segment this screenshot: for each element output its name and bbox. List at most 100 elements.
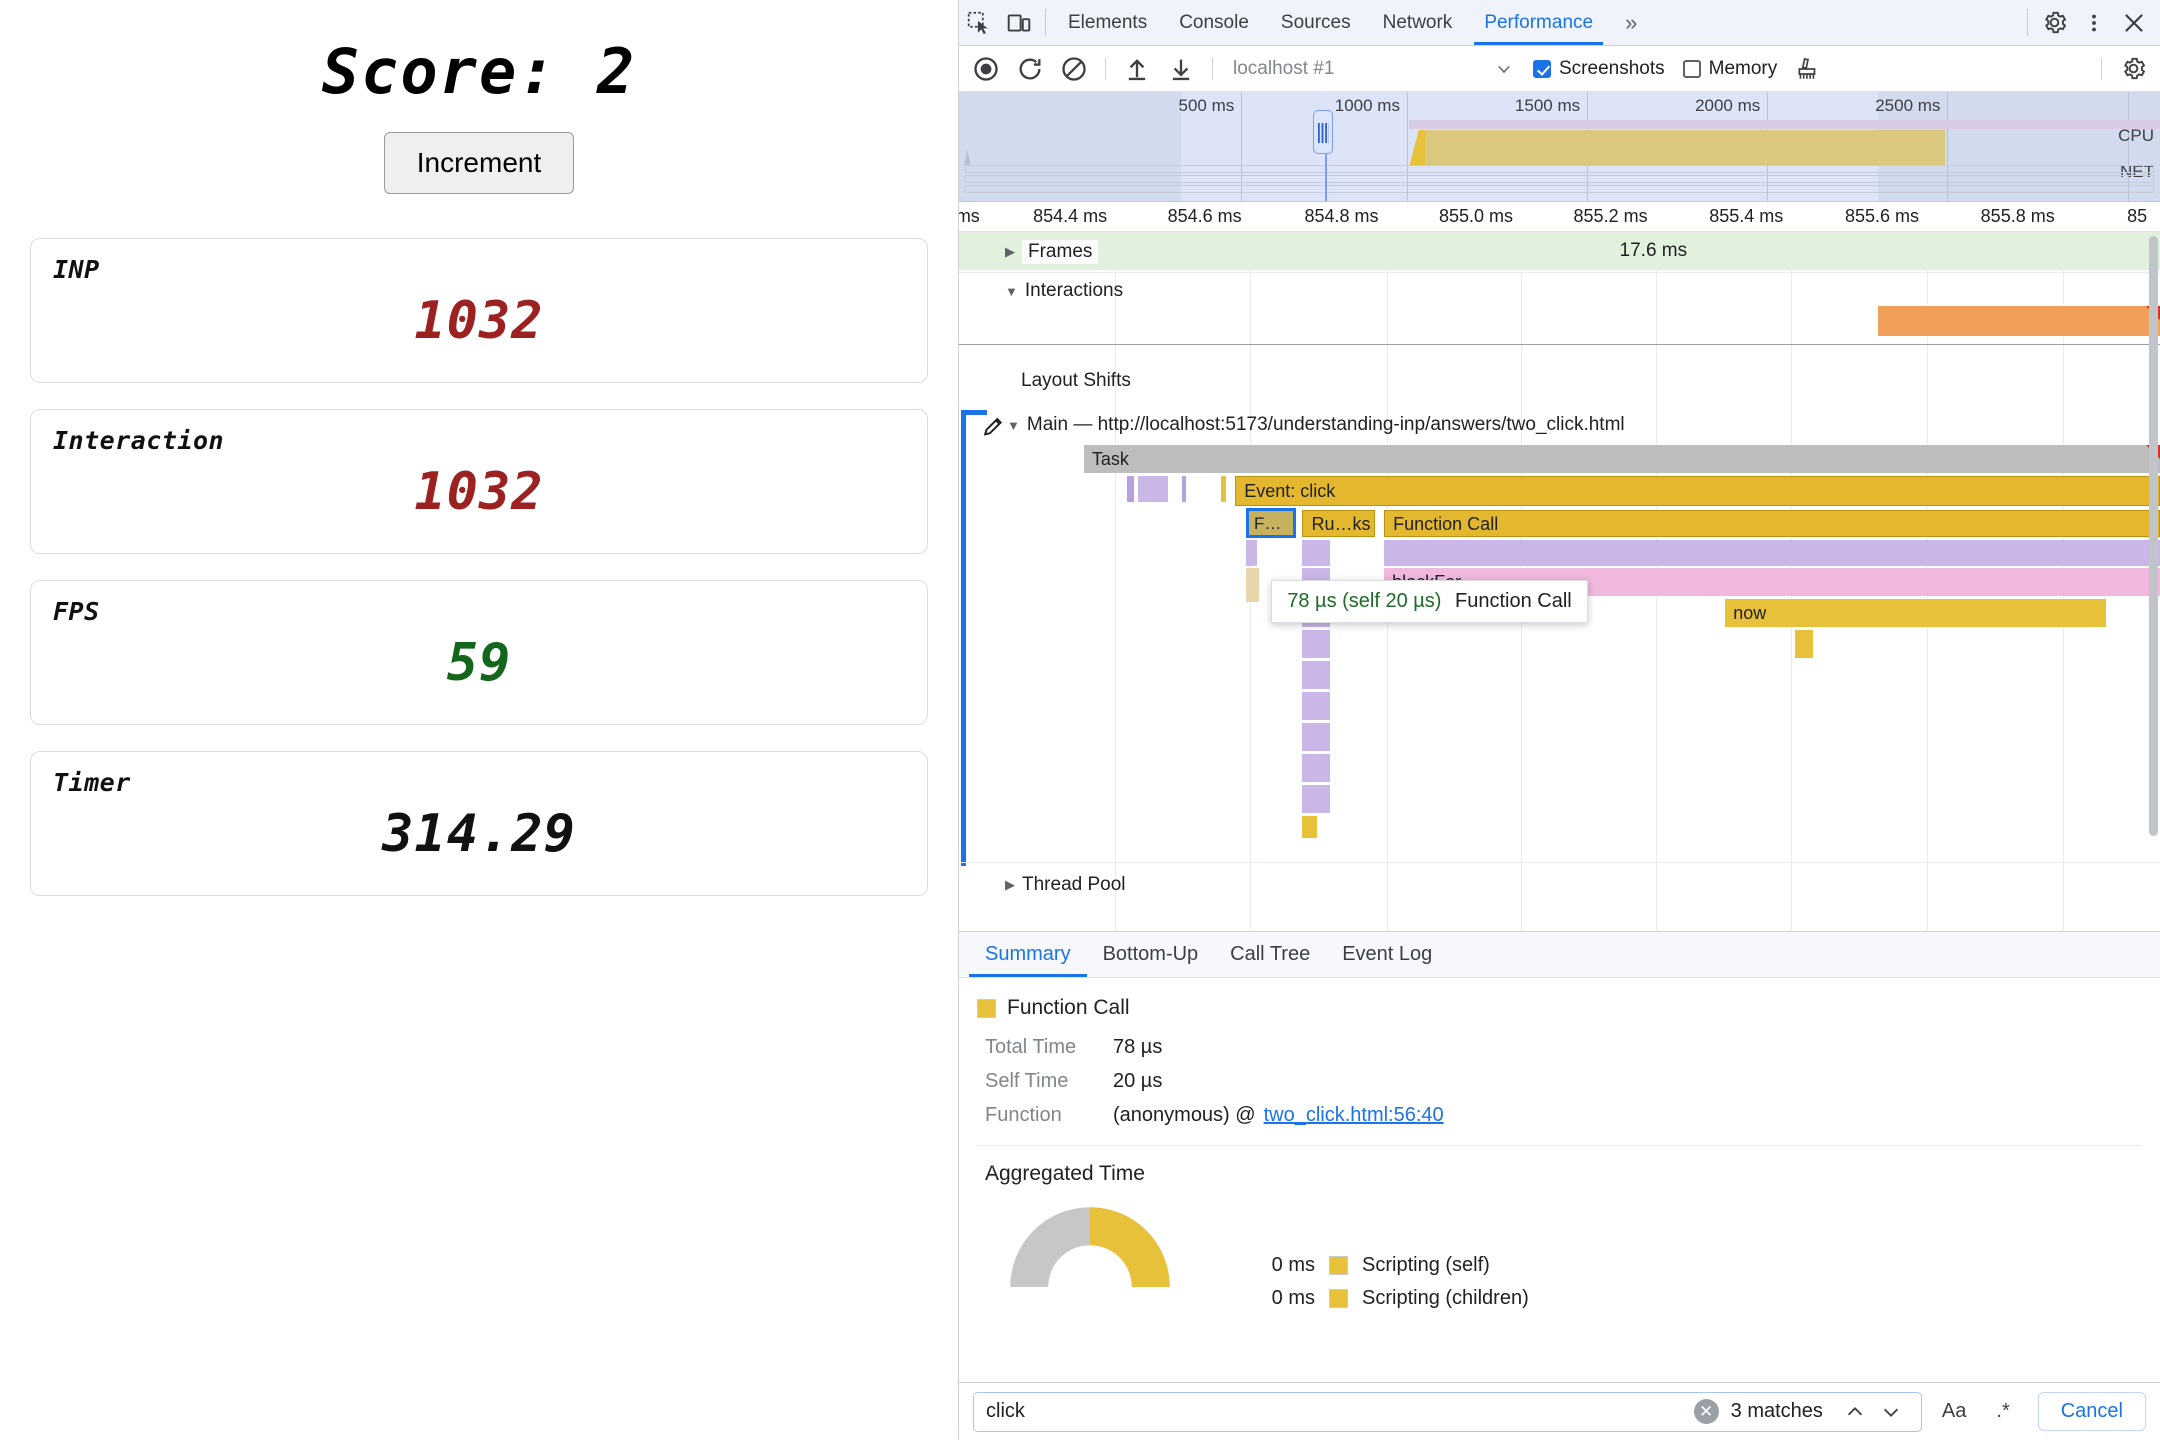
overview-tick: 2500 ms: [1875, 96, 1941, 115]
session-label: localhost #1: [1233, 57, 1335, 79]
match-case-button[interactable]: Aa: [1932, 1400, 1976, 1423]
increment-button-wrapper: Increment: [0, 132, 958, 195]
detail-tab-summary[interactable]: Summary: [969, 932, 1087, 977]
tooltip-time: 78 µs (self 20 µs): [1287, 590, 1442, 612]
gear-icon[interactable]: [2034, 0, 2074, 45]
close-icon[interactable]: [2114, 0, 2154, 45]
flame-bar-purple-r1b[interactable]: [1302, 540, 1331, 566]
source-location-link[interactable]: two_click.html:56:40: [1264, 1104, 1444, 1127]
memory-checkbox[interactable]: Memory: [1682, 58, 1777, 80]
flame-bar-purple-r7[interactable]: [1302, 723, 1331, 751]
download-profile-icon[interactable]: [1160, 52, 1202, 86]
detail-tab-bottom-up[interactable]: Bottom-Up: [1087, 932, 1215, 977]
search-input[interactable]: click: [986, 1400, 1694, 1423]
overview-tick: 1500 ms: [1514, 96, 1581, 115]
flame-scrollbar[interactable]: [2149, 236, 2158, 836]
track-label: Thread Pool: [1022, 874, 1126, 895]
track-frames[interactable]: [959, 232, 2160, 270]
collect-garbage-icon[interactable]: [1787, 52, 1829, 86]
next-match-icon[interactable]: [1873, 1394, 1909, 1430]
increment-button[interactable]: Increment: [383, 132, 575, 195]
demo-page: Score: 2 Increment INP 1032 Interaction …: [0, 0, 958, 1440]
flame-bar-function-call[interactable]: Function Call: [1384, 510, 2160, 537]
edit-pencil-icon[interactable]: [981, 414, 1006, 439]
flame-bar-purple[interactable]: [1137, 476, 1168, 502]
flame-bar-purple-r6[interactable]: [1302, 692, 1331, 720]
timeline-overview[interactable]: 500 ms 1000 ms 1500 ms 2000 ms 2500 ms C…: [959, 92, 2160, 202]
checkbox-icon: [1682, 59, 1701, 78]
clear-search-icon[interactable]: ✕: [1693, 1399, 1719, 1424]
flame-bar-small-yellow[interactable]: [1220, 476, 1226, 502]
flame-gridline: [1115, 202, 1117, 931]
flame-bar-yellow-small[interactable]: [1794, 630, 1813, 658]
metric-label: Timer: [53, 768, 131, 798]
track-divider-threadpool: [959, 862, 2160, 863]
track-title-interactions[interactable]: ▼ Interactions: [1005, 280, 1123, 302]
regex-button[interactable]: .*: [1986, 1400, 2019, 1423]
overview-cpu-band: [1422, 130, 1945, 166]
flame-bar-now[interactable]: now: [1725, 599, 2106, 627]
interaction-bar-pointer[interactable]: [1877, 306, 2160, 336]
inspect-element-icon[interactable]: [959, 0, 999, 45]
tab-performance[interactable]: Performance: [1468, 0, 1609, 45]
capture-settings-gear-icon[interactable]: [2112, 52, 2154, 86]
legend-swatch: [1329, 1289, 1348, 1308]
frames-duration: 17.6 ms: [1619, 240, 1688, 261]
tab-sources[interactable]: Sources: [1265, 0, 1367, 45]
legend-row-scripting-children: 0 ms Scripting (children): [1257, 1287, 1529, 1310]
flame-bar-purple-r1a[interactable]: [1246, 540, 1257, 566]
detail-tab-call-tree[interactable]: Call Tree: [1214, 932, 1326, 977]
detail-row-total-time: Total Time 78 µs: [985, 1036, 2142, 1059]
flame-chart[interactable]: ms 854.4 ms 854.6 ms 854.8 ms 855.0 ms 8…: [959, 202, 2160, 931]
flame-bar-function-selected[interactable]: F…: [1246, 508, 1297, 538]
overview-tick: 500 ms: [1178, 96, 1235, 115]
flame-bar-purple-r5[interactable]: [1302, 661, 1331, 689]
flame-bar-purple-r1c[interactable]: [1384, 540, 2160, 566]
flame-bar-event-click[interactable]: Event: click: [1235, 476, 2160, 506]
screenshots-checkbox[interactable]: Screenshots: [1533, 58, 1665, 80]
more-tabs-button[interactable]: »: [1609, 0, 1653, 45]
checkbox-icon: [1533, 59, 1551, 78]
chevron-down-icon: [1495, 60, 1513, 78]
flame-bar-purple-r4[interactable]: [1302, 630, 1331, 658]
flame-bar-yellow-r10[interactable]: [1302, 816, 1317, 838]
tab-network[interactable]: Network: [1367, 0, 1469, 45]
tab-elements[interactable]: Elements: [1052, 0, 1163, 45]
detail-tab-event-log[interactable]: Event Log: [1326, 932, 1448, 977]
reload-and-record-icon[interactable]: [1009, 52, 1051, 86]
control-divider-2: [1212, 57, 1213, 80]
flame-bar-small-purple[interactable]: [1127, 476, 1134, 502]
overview-window-left-handle[interactable]: [1313, 110, 1334, 154]
search-input-wrapper[interactable]: click ✕ 3 matches: [973, 1391, 1922, 1432]
track-title-frames[interactable]: ▶ Frames: [1005, 240, 1099, 264]
control-divider: [1105, 57, 1106, 80]
clear-icon[interactable]: [1053, 52, 1095, 86]
track-title-thread-pool[interactable]: ▶ Thread Pool: [1005, 874, 1126, 896]
overview-tick: 1000 ms: [1334, 96, 1400, 115]
flame-bar-small-purple-2[interactable]: [1182, 476, 1186, 502]
track-title-main[interactable]: ▼ Main — http://localhost:5173/understan…: [1007, 414, 1625, 436]
track-label: Main — http://localhost:5173/understandi…: [1026, 414, 1625, 435]
flame-bar-purple-r9[interactable]: [1302, 785, 1331, 813]
tab-console[interactable]: Console: [1163, 0, 1265, 45]
flame-bar-run-tasks[interactable]: Ru…ks: [1302, 510, 1375, 537]
flame-bar-task[interactable]: Task: [1083, 445, 2160, 473]
upload-profile-icon[interactable]: [1116, 52, 1158, 86]
legend-swatch: [1329, 1256, 1348, 1275]
track-title-layout-shifts[interactable]: Layout Shifts: [1021, 370, 1131, 392]
session-selector[interactable]: localhost #1: [1223, 58, 1523, 80]
flame-gridline: [1249, 202, 1251, 931]
flame-tick: 855.2 ms: [1573, 206, 1648, 226]
flame-bar-purple-r8[interactable]: [1302, 754, 1331, 782]
flame-bar-tan[interactable]: [1246, 568, 1260, 602]
cancel-button[interactable]: Cancel: [2037, 1392, 2146, 1431]
metric-value: 1032: [414, 462, 544, 523]
device-toolbar-icon[interactable]: [999, 0, 1039, 45]
previous-match-icon[interactable]: [1837, 1394, 1873, 1430]
flame-tick: 85: [2127, 206, 2148, 226]
flame-tick: 855.0 ms: [1439, 206, 1514, 226]
screenshots-label: Screenshots: [1559, 57, 1665, 79]
record-icon[interactable]: [965, 52, 1007, 86]
more-options-icon[interactable]: [2074, 0, 2114, 45]
aggregated-time-legend: 0 ms Scripting (self) 0 ms Scripting (ch…: [1257, 1254, 1529, 1320]
